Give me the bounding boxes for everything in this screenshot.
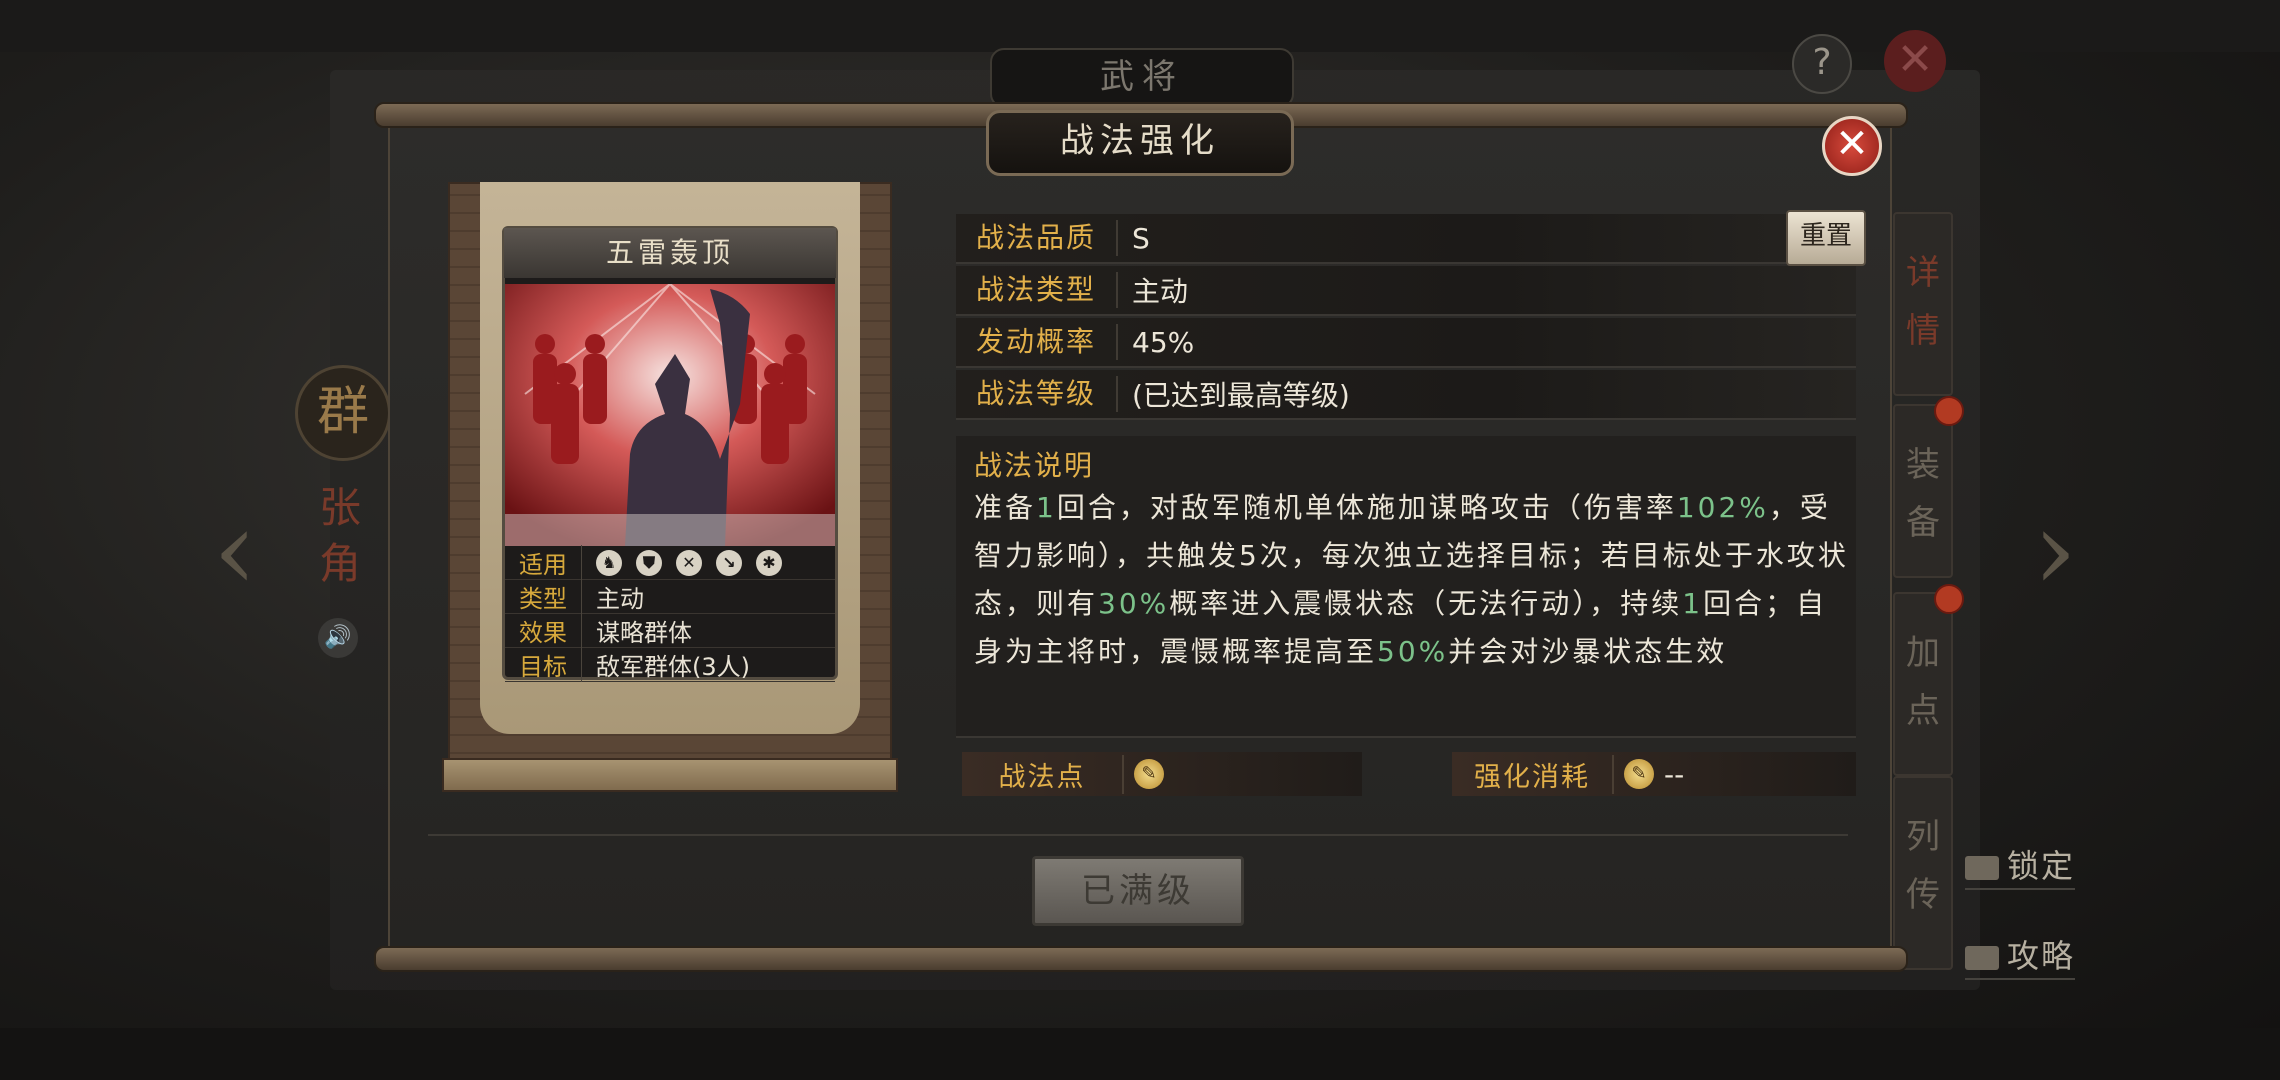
skill-point-icon: ✎ [1134, 759, 1164, 789]
level-row: 战法等级 (已达到最高等级) [956, 370, 1856, 420]
stat-label: 效果 [505, 613, 582, 648]
screen-title: 武将 [990, 48, 1294, 108]
skill-points-label: 战法点 [962, 754, 1124, 794]
type-value: 主动 [1132, 275, 1189, 308]
skill-point-icon: ✎ [1624, 759, 1654, 789]
stat-label: 目标 [505, 647, 582, 682]
troop-icons: ♞ ⛊ ✕ ↘ ✱ [582, 549, 782, 576]
level-value: (已达到最高等级) [1132, 379, 1350, 412]
reset-button[interactable]: 重置 [1786, 210, 1866, 266]
stat-value: 敌军群体(3人) [596, 653, 750, 681]
divider [428, 834, 1848, 836]
description-title: 战法说明 [974, 449, 1095, 482]
skill-artwork [505, 284, 835, 546]
stat-label: 适用 [505, 545, 582, 580]
description-segment: 并会对沙暴状态生效 [1448, 635, 1728, 668]
guide-label: 攻略 [2007, 937, 2076, 975]
scroll-rod [442, 758, 898, 792]
tab-details[interactable]: 详情 [1893, 212, 1953, 396]
bow-icon: ✕ [676, 549, 702, 576]
skill-stats: 适用 ♞ ⛊ ✕ ↘ ✱ 类型 主动 效果 谋略群体 目标 敌军群体(3人) [505, 545, 835, 682]
tab-attributes[interactable]: 加点 [1893, 592, 1953, 776]
description-segment: 概率进入震慑状态（无法行动），持续 [1169, 587, 1683, 620]
notification-dot [1934, 584, 1964, 614]
hero-name: 张角 [318, 483, 361, 588]
guide-link[interactable]: 攻略 [1965, 934, 2076, 980]
quality-value: S [1132, 221, 1150, 255]
voice-icon[interactable]: 🔊 [318, 618, 358, 658]
tab-equipment[interactable]: 装备 [1893, 404, 1953, 578]
description-segment: 准备 [974, 491, 1037, 524]
rate-value: 45% [1132, 325, 1195, 359]
upgrade-cost-label: 强化消耗 [1452, 754, 1614, 794]
highlight-value: 1 [1682, 587, 1704, 620]
tab-biography[interactable]: 列传 [1893, 776, 1953, 970]
stat-row-type: 类型 主动 [505, 579, 835, 614]
help-button[interactable]: ? [1792, 34, 1852, 94]
bottom-bar [0, 1028, 2280, 1080]
description-text: 准备1回合，对敌军随机单体施加谋略攻击（伤害率102%，受智力影响），共触发5次… [974, 484, 1854, 676]
previous-hero-arrow[interactable]: ‹ [190, 490, 280, 610]
highlight-value: 102% [1676, 491, 1769, 524]
skill-name: 五雷轰顶 [504, 228, 836, 278]
skill-points-box: 战法点 ✎ [962, 752, 1362, 796]
level-label: 战法等级 [956, 376, 1118, 412]
lock-icon [1965, 856, 1999, 880]
next-hero-arrow[interactable]: › [2010, 490, 2100, 610]
quality-label: 战法品质 [956, 220, 1118, 256]
dialog-title: 战法强化 [986, 110, 1294, 176]
stat-value: 谋略群体 [596, 619, 692, 647]
type-row: 战法类型 主动 [956, 266, 1856, 316]
shield-icon: ⛊ [636, 549, 662, 576]
faction-emblem: 群 [295, 365, 391, 461]
cavalry-icon: ♞ [596, 549, 622, 576]
type-label: 战法类型 [956, 272, 1118, 308]
stat-label: 类型 [505, 579, 582, 614]
highlight-value: 1 [1036, 491, 1057, 524]
lock-link[interactable]: 锁定 [1965, 844, 2076, 890]
max-level-button[interactable]: 已满级 [1032, 856, 1244, 926]
spear-icon: ↘ [716, 549, 742, 576]
dialog-bottom-rail [374, 946, 1908, 972]
wheel-icon: ✱ [756, 549, 782, 576]
quality-row: 战法品质 S [956, 214, 1856, 264]
stat-value: 主动 [596, 585, 644, 613]
lock-label: 锁定 [2007, 847, 2076, 885]
notification-dot [1934, 396, 1964, 426]
scroll-icon [1965, 946, 1999, 970]
rate-label: 发动概率 [956, 324, 1118, 360]
stat-row-target: 目标 敌军群体(3人) [505, 647, 835, 682]
close-dialog-button[interactable]: ✕ [1822, 116, 1882, 176]
stat-row-effect: 效果 谋略群体 [505, 613, 835, 648]
upgrade-cost-value: -- [1664, 757, 1685, 791]
rate-row: 发动概率 45% [956, 318, 1856, 368]
stat-row-applicable: 适用 ♞ ⛊ ✕ ↘ ✱ [505, 545, 835, 580]
upgrade-cost-box: 强化消耗 ✎ -- [1452, 752, 1856, 796]
close-screen-button[interactable]: ✕ [1884, 30, 1946, 92]
highlight-value: 30% [1098, 587, 1170, 620]
description-segment: 回合，对敌军随机单体施加谋略攻击（伤害率 [1056, 491, 1677, 524]
highlight-value: 50% [1377, 635, 1449, 668]
